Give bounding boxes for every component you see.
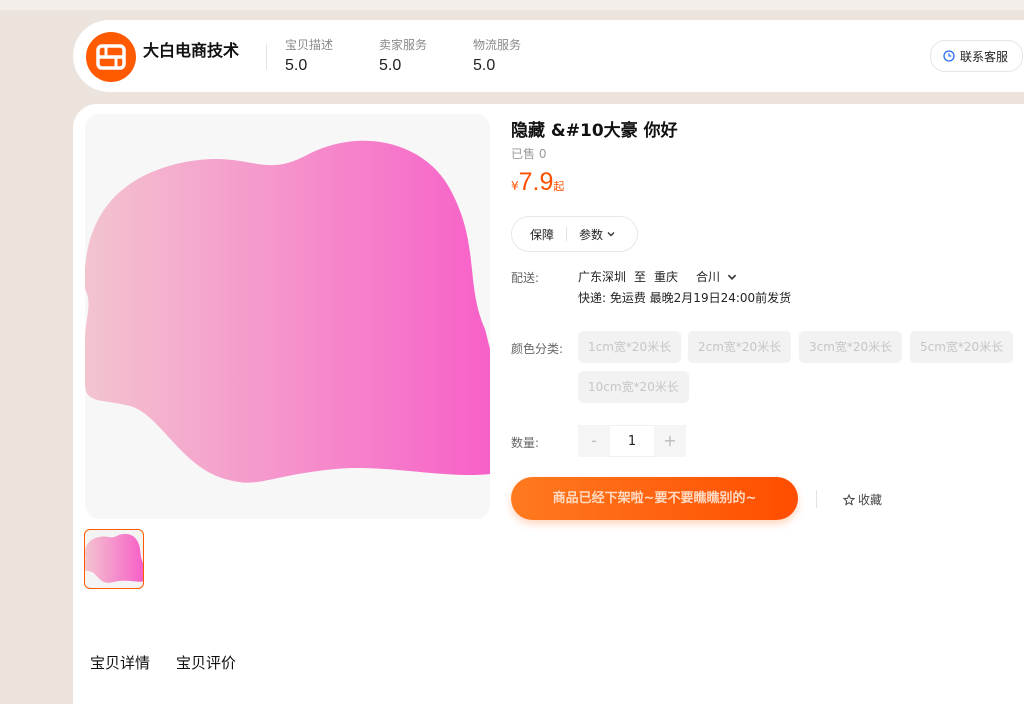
shop-header: 大白电商技术 宝贝描述 5.0 卖家服务 5.0 物流服务 5.0 联系客服 — [73, 20, 1024, 92]
quantity-minus-button[interactable]: - — [578, 425, 610, 457]
rating-label: 卖家服务 — [379, 38, 428, 52]
price-currency: ¥ — [511, 179, 519, 193]
sold-count: 已售 0 — [511, 147, 547, 161]
product-price: ¥7.9起 — [511, 168, 564, 197]
price-suffix: 起 — [553, 180, 565, 193]
quantity-input[interactable]: 1 — [610, 425, 654, 457]
chevron-down-icon[interactable] — [726, 271, 738, 283]
rating-value: 5.0 — [379, 57, 402, 74]
rating-label: 宝贝描述 — [285, 38, 334, 52]
sku-option[interactable]: 1cm宽*20米长 — [578, 331, 682, 363]
shipping-to-word: 至 — [634, 270, 647, 284]
tab-item-detail[interactable]: 宝贝详情 — [90, 652, 150, 673]
sku-option[interactable]: 2cm宽*20米长 — [688, 331, 792, 363]
product-card: 隐藏 &#10大豪 你好 已售 0 ¥7.9起 保障 参数 配送: 广东深圳 至… — [73, 104, 1024, 704]
header-divider — [266, 44, 267, 70]
tab-guarantee[interactable]: 保障 — [512, 226, 566, 243]
quantity-label: 数量: — [511, 436, 540, 450]
rating-service: 卖家服务 5.0 — [379, 36, 427, 75]
product-thumbnail[interactable] — [84, 529, 144, 589]
shop-name[interactable]: 大白电商技术 — [143, 37, 239, 61]
clock-icon — [943, 50, 955, 62]
shipping-detail: 快递: 免运费 最晚2月19日24:00前发货 — [578, 291, 792, 305]
sku-option[interactable]: 10cm宽*20米长 — [578, 371, 689, 403]
shipping-city[interactable]: 重庆 — [654, 268, 678, 285]
action-divider — [816, 490, 817, 508]
quantity-plus-button[interactable]: + — [654, 425, 686, 457]
contact-service-button[interactable]: 联系客服 — [930, 40, 1024, 72]
tab-params[interactable]: 参数 — [567, 226, 616, 243]
shipping-district[interactable]: 合川 — [696, 268, 720, 285]
buy-button[interactable]: 商品已经下架啦~要不要瞧瞧别的~ — [511, 477, 798, 520]
sku-option[interactable]: 3cm宽*20米长 — [799, 331, 903, 363]
top-strip — [0, 0, 1024, 10]
favorite-label: 收藏 — [858, 493, 883, 507]
chevron-down-icon — [607, 232, 615, 237]
quantity-stepper: - 1 + — [578, 425, 686, 457]
main-product-image[interactable] — [85, 114, 490, 519]
contact-label: 联系客服 — [960, 49, 1009, 64]
rating-description: 宝贝描述 5.0 — [285, 36, 333, 75]
product-title: 隐藏 &#10大豪 你好 — [511, 121, 678, 141]
sku-option[interactable]: 5cm宽*20米长 — [910, 331, 1014, 363]
tab-params-label: 参数 — [579, 227, 604, 242]
tab-item-reviews[interactable]: 宝贝评价 — [176, 652, 236, 673]
favorite-button[interactable]: 收藏 — [843, 491, 882, 508]
price-amount: 7.9 — [518, 168, 554, 196]
color-label: 颜色分类: — [511, 342, 564, 356]
rating-value: 5.0 — [285, 57, 308, 74]
rating-logistics: 物流服务 5.0 — [473, 36, 521, 75]
shipping-route: 广东深圳 至 重庆 合川 — [578, 268, 738, 285]
info-tabs: 保障 参数 — [511, 216, 638, 252]
shop-logo[interactable] — [86, 32, 136, 82]
shipping-from: 广东深圳 — [578, 270, 627, 284]
star-outline-icon — [843, 493, 855, 506]
shipping-label: 配送: — [511, 271, 540, 285]
rating-label: 物流服务 — [473, 38, 522, 52]
rating-value: 5.0 — [473, 57, 496, 74]
